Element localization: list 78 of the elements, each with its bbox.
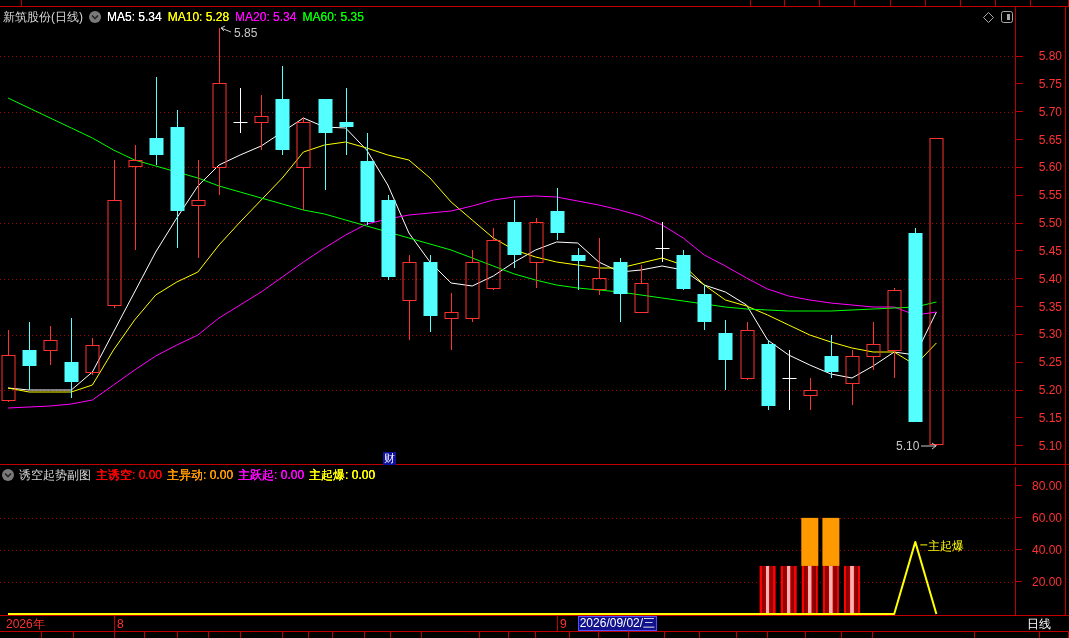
bar: [801, 517, 819, 566]
filled-candlestick: [339, 87, 354, 156]
leader-line: [919, 544, 928, 546]
hollow-candlestick: [254, 94, 269, 151]
axis-label: 40.00: [1031, 543, 1062, 556]
axis-label: 5.55: [1038, 189, 1062, 202]
indicator-value: 主异动: 0.00: [167, 468, 234, 482]
leader-arrow: [920, 442, 937, 450]
diamond-icon[interactable]: [983, 11, 994, 23]
filled-candlestick: [571, 247, 586, 291]
hollow-candlestick: [634, 264, 649, 313]
cross-candlestick: [782, 349, 797, 411]
hollow-candlestick: [43, 325, 58, 366]
striped-bar: [801, 565, 818, 614]
filled-candlestick: [550, 187, 565, 241]
month-label: 9: [560, 616, 567, 631]
chevron-down-icon[interactable]: [2, 469, 14, 481]
chart-title: 新筑股份(日线): [3, 10, 83, 24]
filled-candlestick: [613, 257, 628, 323]
filled-candlestick: [824, 334, 839, 379]
axis-label: 5.45: [1038, 244, 1062, 257]
striped-bar: [759, 565, 776, 614]
axis-label: 60.00: [1031, 511, 1062, 524]
filled-candlestick: [507, 199, 522, 269]
hollow-candlestick: [85, 337, 100, 376]
indicator-value: MA20: 5.34: [235, 10, 297, 24]
filled-candlestick: [761, 339, 776, 411]
axis-label: 5.65: [1038, 133, 1062, 146]
indicator-value: 主起爆: 0.00: [309, 468, 376, 482]
striped-bar: [844, 565, 860, 614]
axis-label: 20.00: [1031, 575, 1062, 588]
indicator-value: 主诱空: 0.00: [96, 468, 163, 482]
filled-candlestick: [676, 249, 691, 291]
indicator-value: MA10: 5.28: [167, 10, 230, 24]
bar: [822, 517, 840, 566]
panel-icon[interactable]: [1001, 11, 1013, 23]
axis-label: 80.00: [1031, 479, 1062, 492]
filled-candlestick: [697, 284, 712, 331]
striped-bar: [780, 565, 797, 614]
period-label[interactable]: 日线: [1027, 616, 1051, 631]
month-label: 8: [117, 616, 124, 631]
axis-label: 5.80: [1038, 50, 1062, 62]
axis-label: 5.35: [1038, 300, 1062, 313]
high-price-label: 5.85: [234, 26, 258, 40]
axis-label: 5.10: [1038, 439, 1062, 452]
cross-candlestick: [655, 221, 670, 263]
low-price-label: 5.10: [896, 439, 920, 453]
axis-label: 5.70: [1038, 105, 1062, 118]
indicator-value: MA60: 5.35: [302, 10, 364, 24]
indicator-value: MA5: 5.34: [107, 10, 162, 24]
axis-label: 5.50: [1038, 217, 1062, 230]
hollow-candlestick: [866, 321, 881, 371]
axis-label: 5.25: [1038, 356, 1062, 369]
hollow-candlestick: [592, 237, 607, 296]
hollow-candlestick: [845, 349, 860, 406]
filled-candlestick: [718, 319, 733, 391]
hollow-candlestick: [803, 377, 818, 411]
hollow-candlestick: [486, 227, 501, 291]
filled-candlestick: [22, 321, 37, 391]
striped-bar: [822, 565, 839, 614]
axis-label: 5.30: [1038, 328, 1062, 341]
indicator-value: 主跃起: 0.00: [238, 468, 305, 482]
event-marker[interactable]: 财: [383, 452, 396, 465]
cursor-date-label: 2026/09/02/三: [577, 616, 658, 631]
chevron-down-icon[interactable]: [89, 11, 101, 23]
axis-label: 5.75: [1038, 77, 1062, 90]
hollow-candlestick: [529, 217, 544, 289]
axis-label: 5.60: [1038, 161, 1062, 174]
cross-candlestick: [233, 87, 248, 134]
annotation-label: 主起爆: [928, 538, 965, 553]
axis-label: 5.40: [1038, 272, 1062, 285]
chart-title: 诱空起势副图: [19, 468, 91, 482]
axis-label: 5.20: [1038, 384, 1062, 397]
year-label: 2026年: [6, 616, 45, 631]
axis-label: 5.15: [1038, 411, 1062, 424]
leader-arrow: [220, 25, 232, 33]
hollow-candlestick: [740, 321, 755, 381]
hollow-candlestick: [444, 292, 459, 351]
